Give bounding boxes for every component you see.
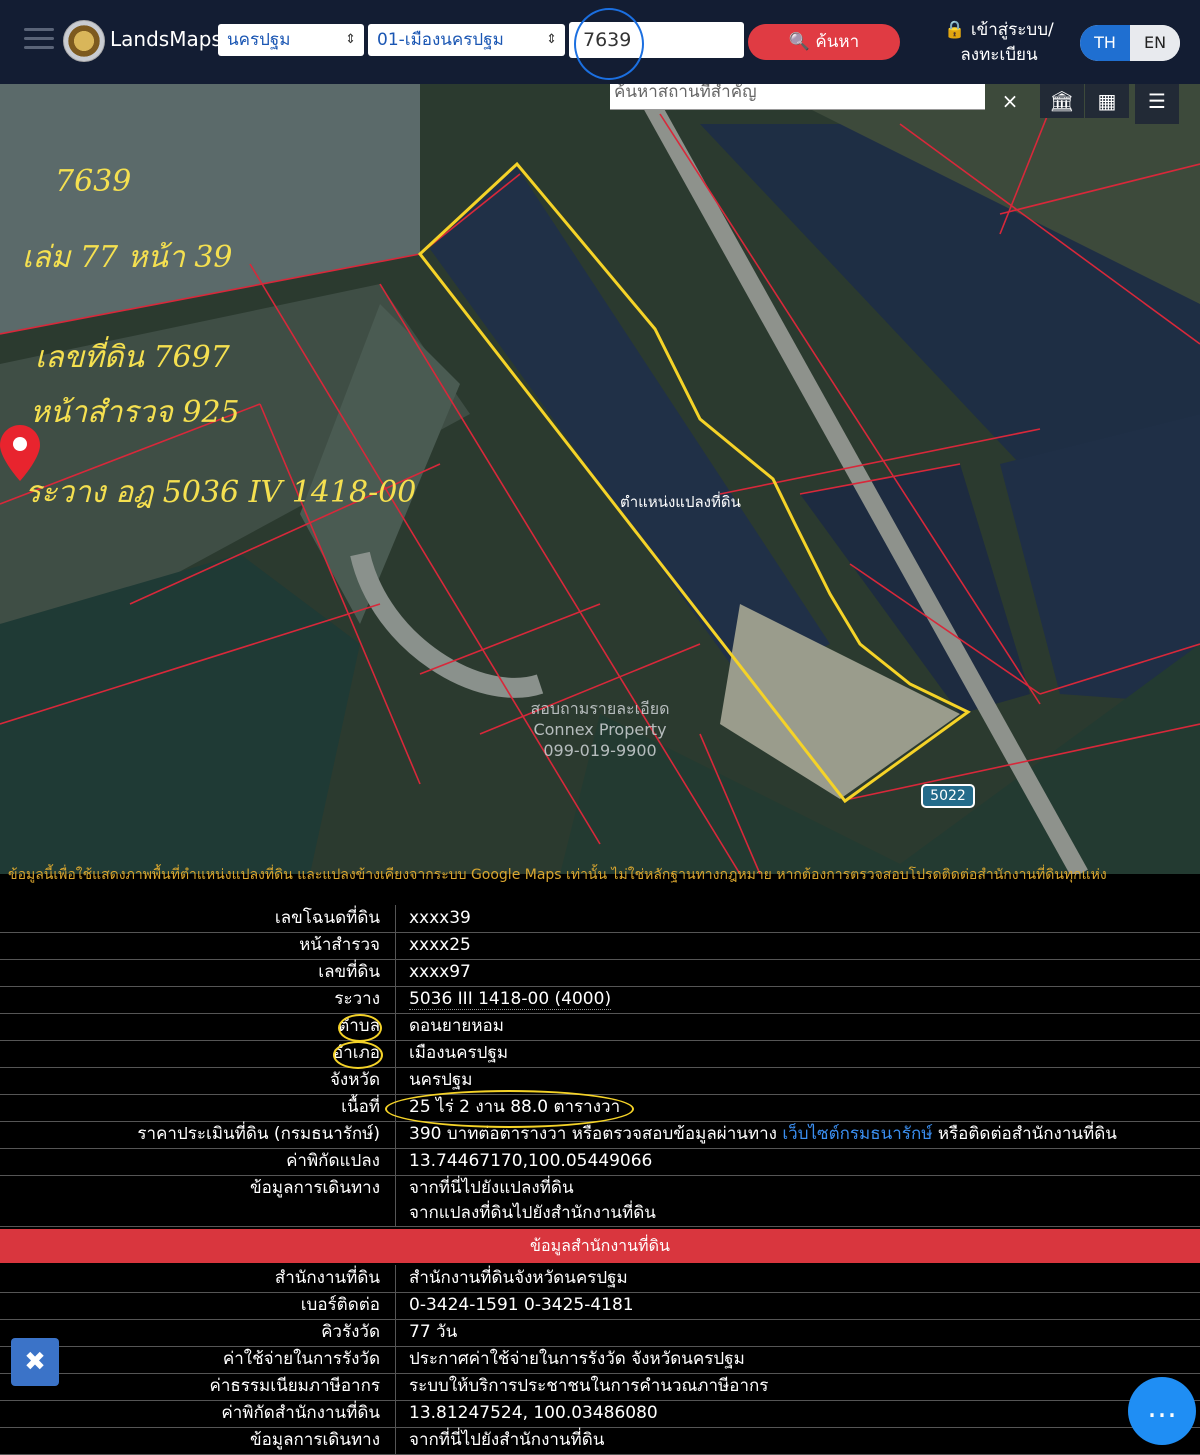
handwritten-note-3: เลขที่ดิน 7697: [35, 340, 230, 375]
row-label: ข้อมูลการเดินทาง: [250, 1178, 380, 1198]
price-suffix: หรือติดต่อสำนักงานที่ดิน: [932, 1124, 1117, 1144]
directions-to-parcel-link[interactable]: จากที่นี่ไปยังแปลงที่ดิน: [409, 1175, 1199, 1202]
table-row: ข้อมูลการเดินทาง จากที่นี่ไปยังสำนักงานที…: [0, 1427, 1200, 1455]
row-label: เลขที่ดิน: [318, 962, 380, 982]
place-search-input[interactable]: ค้นหาสถานที่สำคัญ: [610, 84, 985, 110]
handwritten-note-4: หน้าสำรวจ 925: [30, 395, 240, 430]
row-value: xxxx39: [409, 908, 471, 928]
handwritten-note-1: 7639: [55, 164, 132, 199]
road-number-badge: 5022: [921, 784, 975, 808]
land-office-section-header: ข้อมูลสำนักงานที่ดิน: [0, 1229, 1200, 1263]
search-button[interactable]: 🔍 ค้นหา: [748, 24, 900, 60]
table-row: คิวรังวัด 77 วัน: [0, 1319, 1200, 1347]
chat-icon[interactable]: …: [1128, 1377, 1196, 1445]
row-label: ตำบล: [338, 1016, 380, 1036]
map-sheet-value[interactable]: 5036 III 1418-00 (4000): [409, 989, 612, 1010]
watermark-line-2: Connex Property: [533, 720, 667, 739]
row-value: xxxx25: [409, 935, 471, 955]
highlight-circle-annotation: [338, 1014, 382, 1042]
row-label: ค่าพิกัดแปลง: [286, 1151, 380, 1171]
table-row: เลขโฉนดที่ดิน xxxx39: [0, 905, 1200, 933]
table-row: ราคาประเมินที่ดิน (กรมธนารักษ์) 390 บาทต่…: [0, 1121, 1200, 1149]
menu-icon[interactable]: [24, 28, 54, 50]
row-value: ดอนยายหอม: [409, 1016, 504, 1036]
lang-th-button[interactable]: TH: [1080, 25, 1130, 61]
tax-calculator-link[interactable]: ระบบให้บริการประชาชนในการคำนวณภาษีอากร: [409, 1373, 1199, 1400]
tools-icon[interactable]: ✖: [11, 1338, 59, 1386]
layers-icon[interactable]: ☰: [1135, 84, 1179, 124]
map-disclaimer: ข้อมูลนี้เพื่อใช้แสดงภาพพื้นที่ตำแหน่งแป…: [8, 867, 1107, 883]
brand-name: LandsMaps: [110, 27, 222, 51]
row-value: xxxx97: [409, 962, 471, 982]
table-row: ค่าพิกัดสำนักงานที่ดิน 13.81247524, 100.0…: [0, 1400, 1200, 1428]
grid-icon[interactable]: ▦: [1085, 84, 1129, 118]
phone-link[interactable]: 0-3424-1591 0-3425-4181: [409, 1292, 1199, 1319]
row-label: ข้อมูลการเดินทาง: [250, 1430, 380, 1450]
clear-search-icon[interactable]: ×: [988, 84, 1032, 118]
row-label: ค่าพิกัดสำนักงานที่ดิน: [221, 1403, 380, 1423]
row-label: ราคาประเมินที่ดิน (กรมธนารักษ์): [137, 1124, 380, 1144]
language-toggle: TH EN: [1080, 25, 1180, 61]
lock-icon: 🔒: [944, 20, 966, 40]
table-row: จังหวัด นครปฐม: [0, 1067, 1200, 1095]
office-directions-link[interactable]: จากที่นี่ไปยังสำนักงานที่ดิน: [409, 1427, 1199, 1454]
row-label: จังหวัด: [329, 1070, 380, 1090]
table-row: สำนักงานที่ดิน สำนักงานที่ดินจังหวัดนครปฐ…: [0, 1265, 1200, 1293]
table-row: เลขที่ดิน xxxx97: [0, 959, 1200, 987]
chevron-updown-icon: ⇕: [546, 32, 557, 47]
table-row: ค่าธรรมเนียมภาษีอากร ระบบให้บริการประชาชน…: [0, 1373, 1200, 1401]
highlight-circle-annotation: [333, 1041, 383, 1069]
row-value: 5036 III 1418-00 (4000): [409, 986, 1199, 1013]
row-label: สำนักงานที่ดิน: [274, 1268, 380, 1288]
handdrawn-circle-annotation: [574, 8, 644, 80]
treasury-website-link[interactable]: เว็บไซต์กรมธนารักษ์: [782, 1124, 932, 1144]
chevron-updown-icon: ⇕: [345, 32, 356, 47]
province-value: นครปฐม: [227, 30, 291, 50]
handwritten-note-2: เล่ม 77 หน้า 39: [22, 240, 233, 275]
district-value: 01-เมืองนครปฐม: [377, 30, 504, 50]
table-row: ตำบล ดอนยายหอม: [0, 1013, 1200, 1041]
row-value: สำนักงานที่ดินจังหวัดนครปฐม: [409, 1268, 628, 1288]
login-label: เข้าสู่ระบบ/ลงทะเบียน: [960, 20, 1054, 65]
row-label: เนื้อที่: [341, 1097, 380, 1117]
district-select[interactable]: 01-เมืองนครปฐม ⇕: [368, 24, 565, 56]
row-label: อำเภอ: [333, 1043, 380, 1063]
row-label: หน้าสำรวจ: [299, 935, 380, 955]
row-value: 77 วัน: [409, 1322, 458, 1342]
row-label: ระวาง: [334, 989, 380, 1009]
parcel-coordinates-link[interactable]: 13.74467170,100.05449066: [409, 1148, 1199, 1175]
map-pin-icon[interactable]: [0, 425, 40, 481]
top-navbar: LandsMaps นครปฐม ⇕ 01-เมืองนครปฐม ⇕ 7639…: [0, 0, 1200, 84]
landsmaps-logo[interactable]: [63, 20, 105, 62]
table-row: ค่าใช้จ่ายในการรังวัด ประกาศค่าใช้จ่ายในก…: [0, 1346, 1200, 1374]
table-row: อำเภอ เมืองนครปฐม: [0, 1040, 1200, 1068]
watermark: สอบถามรายละเอียด Connex Property 099-019…: [470, 698, 730, 761]
table-row: ข้อมูลการเดินทาง จากที่นี่ไปยังแปลงที่ดิ…: [0, 1175, 1200, 1227]
land-office-icon[interactable]: 🏛: [1040, 84, 1084, 118]
province-select[interactable]: นครปฐม ⇕: [218, 24, 364, 56]
row-label: เลขโฉนดที่ดิน: [274, 908, 380, 928]
search-button-label: ค้นหา: [815, 32, 860, 52]
lang-en-button[interactable]: EN: [1130, 25, 1180, 61]
watermark-line-3: 099-019-9900: [543, 741, 657, 760]
plot-location-label: ตำแหน่งแปลงที่ดิน: [620, 493, 741, 511]
row-label: เบอร์ติดต่อ: [300, 1295, 380, 1315]
row-value: เมืองนครปฐม: [409, 1043, 509, 1063]
price-text: 390 บาทต่อตารางวา หรือตรวจสอบข้อมูลผ่านท…: [409, 1124, 783, 1144]
table-row: ระวาง 5036 III 1418-00 (4000): [0, 986, 1200, 1014]
office-coordinates-link[interactable]: 13.81247524, 100.03486080: [409, 1400, 1199, 1427]
search-icon: 🔍: [788, 32, 810, 52]
watermark-line-1: สอบถามรายละเอียด: [530, 699, 670, 718]
survey-fee-link[interactable]: ประกาศค่าใช้จ่ายในการรังวัด จังหวัดนครปฐ…: [409, 1346, 1199, 1373]
highlight-circle-annotation: [385, 1090, 634, 1128]
table-row: ค่าพิกัดแปลง 13.74467170,100.05449066: [0, 1148, 1200, 1176]
satellite-map[interactable]: 7639 เล่ม 77 หน้า 39 เลขที่ดิน 7697 หน้า…: [0, 84, 1200, 874]
table-row: หน้าสำรวจ xxxx25: [0, 932, 1200, 960]
handwritten-note-5: ระวาง อฎ 5036 IV 1418-00: [25, 475, 417, 510]
directions-to-office-link[interactable]: จากแปลงที่ดินไปยังสำนักงานที่ดิน: [409, 1200, 1199, 1227]
table-row: เบอร์ติดต่อ 0-3424-1591 0-3425-4181: [0, 1292, 1200, 1320]
login-link[interactable]: 🔒 เข้าสู่ระบบ/ลงทะเบียน: [935, 18, 1063, 68]
